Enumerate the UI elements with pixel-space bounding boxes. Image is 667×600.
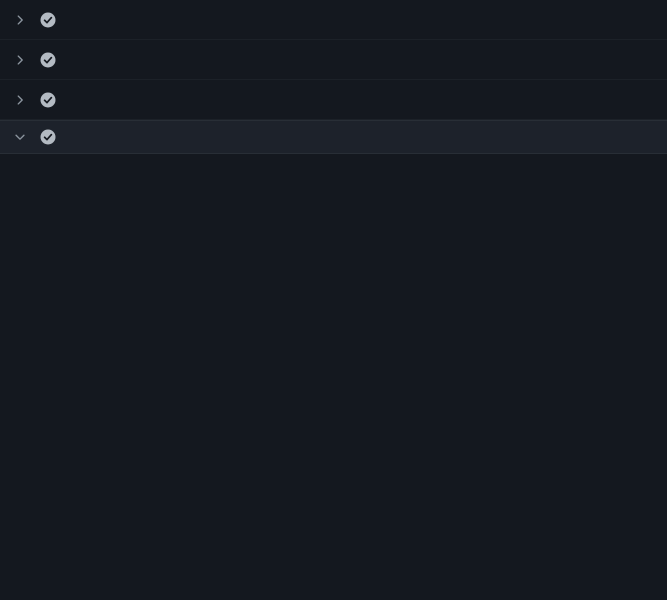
steps-list [0,0,667,154]
success-check-circle-icon [40,52,56,68]
step-row-set-up-docker-buildx[interactable] [0,0,667,40]
chevron-right-icon [12,92,28,108]
success-check-circle-icon [40,12,56,28]
chevron-right-icon [12,52,28,68]
step-row-post-build[interactable] [0,80,667,120]
workflow-log-viewer [0,0,667,600]
chevron-down-icon [12,129,28,145]
log-lines-container [0,154,667,168]
chevron-right-icon [12,12,28,28]
step-row-post-set-up-docker-buildx[interactable] [0,120,667,154]
step-row-build[interactable] [0,40,667,80]
success-check-circle-icon [40,92,56,108]
success-check-circle-icon [40,129,56,145]
